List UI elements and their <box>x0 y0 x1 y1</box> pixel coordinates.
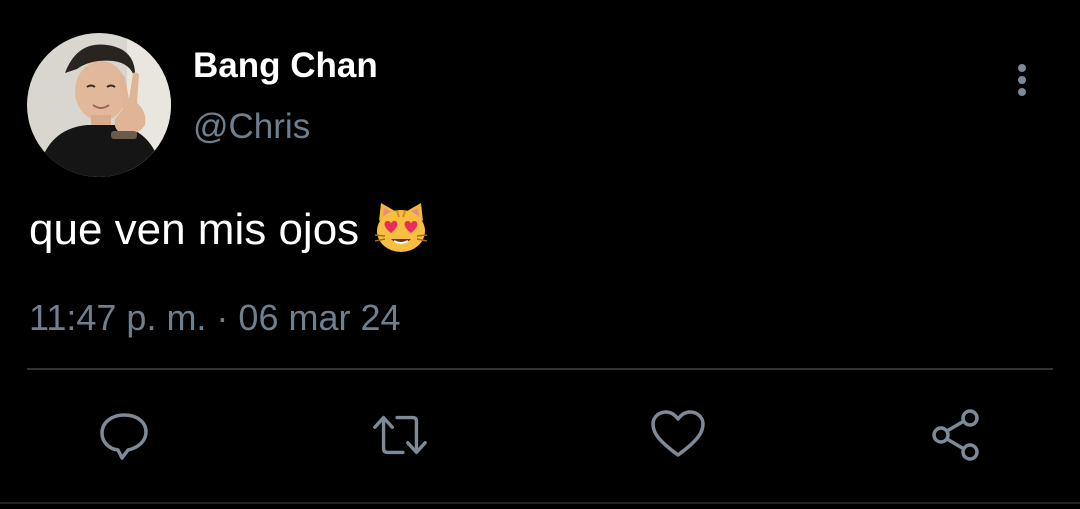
avatar-photo <box>27 33 171 177</box>
more-options-button[interactable] <box>1006 60 1038 100</box>
user-handle[interactable]: @Chris <box>193 107 310 147</box>
share-icon <box>932 409 979 461</box>
like-button[interactable] <box>648 405 708 465</box>
bottom-divider <box>0 502 1080 504</box>
avatar[interactable] <box>27 33 171 177</box>
tweet-text: que ven mis ojos <box>29 205 360 254</box>
more-vertical-icon <box>1018 64 1026 96</box>
heart-icon <box>651 410 705 457</box>
reply-button[interactable] <box>94 405 154 465</box>
tweet-body: que ven mis ojos <box>29 203 429 255</box>
retweet-button[interactable] <box>370 405 430 465</box>
share-button[interactable] <box>926 405 986 465</box>
tweet-timestamp[interactable]: 11:47 p. m. · 06 mar 24 <box>29 297 401 339</box>
display-name[interactable]: Bang Chan <box>193 46 378 86</box>
retweet-icon <box>373 415 427 455</box>
heart-eyes-cat-emoji <box>373 199 429 255</box>
divider <box>27 368 1053 370</box>
reply-icon <box>100 413 148 460</box>
